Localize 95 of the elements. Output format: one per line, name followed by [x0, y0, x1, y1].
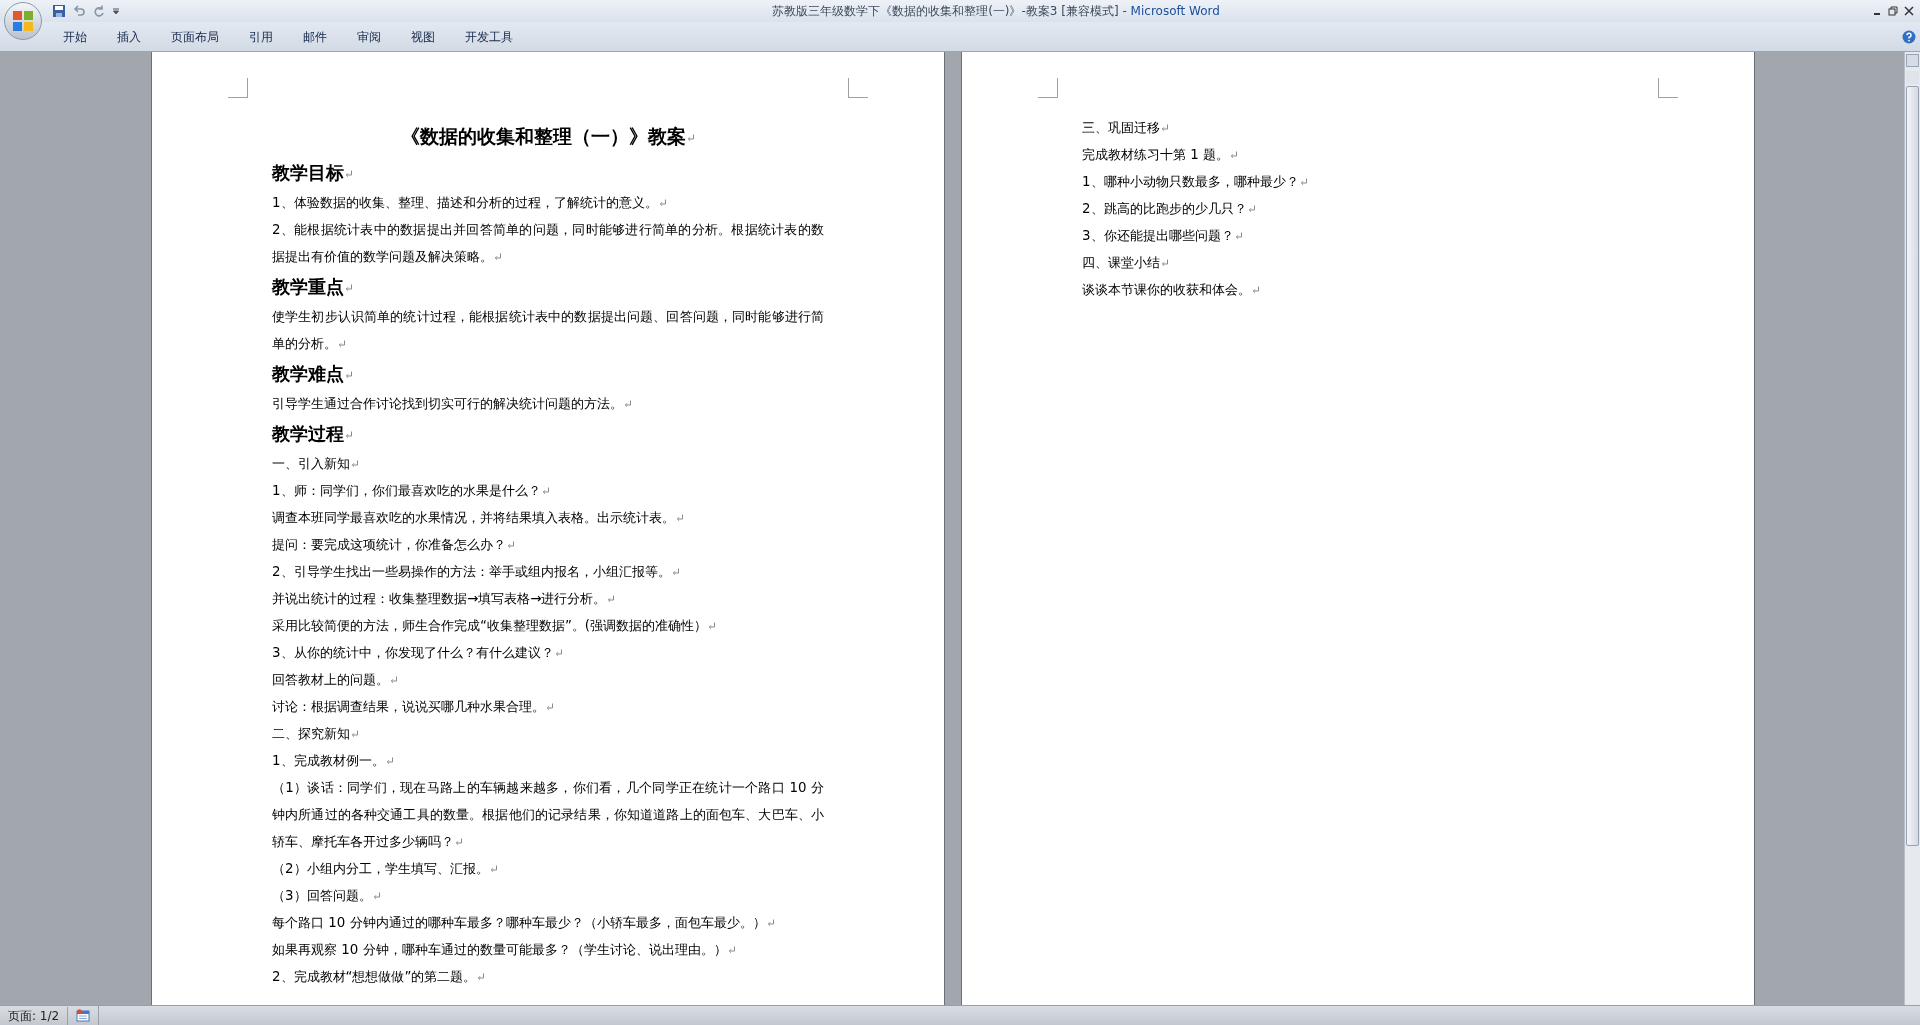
paragraph-mark-icon — [507, 541, 515, 549]
paragraph: 1、体验数据的收集、整理、描述和分析的过程，了解统计的意义。 — [272, 189, 824, 216]
paragraph-mark-icon — [554, 649, 563, 657]
paragraph-mark-icon — [345, 431, 353, 439]
paragraph: 完成教材练习十第 1 题。 — [1082, 141, 1634, 168]
paragraph: （2）小组内分工，学生填写、汇报。 — [272, 855, 824, 882]
paragraph: 一、引入新知 — [272, 450, 824, 477]
paragraph-mark-icon — [489, 865, 498, 873]
customize-caret-icon[interactable] — [112, 7, 120, 15]
margin-corner-mark — [848, 78, 868, 98]
paragraph-mark-icon — [455, 838, 463, 846]
paragraph: 并说出统计的过程：收集整理数据→填写表格→进行分析。 — [272, 585, 824, 612]
paragraph: 提问：要完成这项统计，你准备怎么办？ — [272, 531, 824, 558]
paragraph: 2、跳高的比跑步的少几只？ — [1082, 195, 1634, 222]
paragraph: 引导学生通过合作讨论找到切实可行的解决统计问题的方法。 — [272, 390, 824, 417]
section-heading: 教学过程 — [272, 420, 353, 447]
section-heading: 教学难点 — [272, 360, 353, 387]
undo-icon[interactable] — [72, 4, 86, 18]
paragraph: 三、巩固迁移 — [1082, 114, 1634, 141]
paragraph-mark-icon — [1161, 124, 1169, 132]
paragraph-mark-icon — [624, 400, 632, 408]
paragraph: （1）谈话：同学们，现在马路上的车辆越来越多，你们看，几个同学正在统计一个路口 10 分钟内所通过的各种交通工具的数量。根据他们的记录结果，你知道道路上的面包车、大巴车、小轿车、摩托车各开过多少辆吗？ — [272, 779, 824, 851]
macro-recording-icon[interactable] — [76, 1009, 91, 1022]
paragraph-mark-icon — [477, 973, 486, 981]
paragraph-mark-icon — [372, 892, 381, 900]
paragraph-mark-icon — [727, 946, 736, 954]
paragraph: 回答教材上的问题。 — [272, 666, 824, 693]
vertical-scrollbar[interactable] — [1904, 52, 1920, 1005]
paragraph-mark-icon — [687, 133, 695, 142]
paragraph: 1、完成教材例一。 — [272, 747, 824, 774]
paragraph-mark-icon — [671, 568, 680, 576]
paragraph: 每个路口 10 分钟内通过的哪种车最多？哪种车最少？（小轿车最多，面包车最少。） — [272, 909, 824, 936]
window-title: 苏教版三年级数学下《数据的收集和整理(一)》-教案3 [兼容模式] - Microsoft Word — [772, 3, 1220, 20]
ribbon-tab[interactable]: 引用 — [238, 25, 284, 48]
paragraph: 讨论：根据调查结果，说说买哪几种水果合理。 — [272, 693, 824, 720]
paragraph-mark-icon — [1161, 259, 1169, 267]
paragraph-mark-icon — [345, 371, 353, 379]
paragraph-mark-icon — [345, 284, 353, 292]
document-title: 《数据的收集和整理（一）》教案 — [401, 121, 695, 151]
page-indicator: 页面: 1/2 — [0, 1006, 69, 1025]
paragraph-mark-icon — [1252, 286, 1260, 294]
paragraph-mark-icon — [390, 676, 398, 684]
redo-icon[interactable] — [92, 4, 106, 18]
paragraph: 3、从你的统计中，你发现了什么？有什么建议？ — [272, 639, 824, 666]
ribbon-tab[interactable]: 开始 — [52, 25, 98, 48]
paragraph-mark-icon — [607, 595, 616, 603]
ribbon-tab[interactable]: 视图 — [400, 25, 446, 48]
paragraph: 如果再观察 10 分钟，哪种车通过的数量可能最多？（学生讨论、说出理由。） — [272, 936, 824, 963]
paragraph-mark-icon — [351, 460, 359, 468]
paragraph-mark-icon — [708, 622, 717, 630]
paragraph-mark-icon — [766, 919, 775, 927]
paragraph: 采用比较简便的方法，师生合作完成“收集整理数据”。(强调数据的准确性） — [272, 612, 824, 639]
paragraph-mark-icon — [351, 730, 359, 738]
paragraph-mark-icon — [1299, 178, 1308, 186]
paragraph: 2、完成教材“想想做做”的第二题。 — [272, 963, 824, 990]
paragraph-mark-icon — [345, 170, 353, 178]
ribbon-tab[interactable]: 审阅 — [346, 25, 392, 48]
margin-corner-mark — [1658, 78, 1678, 98]
ribbon-tab[interactable]: 开发工具 — [454, 25, 524, 48]
paragraph-mark-icon — [385, 757, 394, 765]
paragraph-mark-icon — [1234, 232, 1243, 240]
paragraph: 四、课堂小结 — [1082, 249, 1634, 276]
ruler-toggle-button[interactable] — [1906, 54, 1919, 67]
margin-corner-mark — [1038, 78, 1058, 98]
paragraph: 调查本班同学最喜欢吃的水果情况，并将结果填入表格。出示统计表。 — [272, 504, 824, 531]
paragraph: 2、引导学生找出一些易操作的方法：举手或组内报名，小组汇报等。 — [272, 558, 824, 585]
section-heading: 教学重点 — [272, 273, 353, 300]
paragraph: 1、师：同学们，你们最喜欢吃的水果是什么？ — [272, 477, 824, 504]
paragraph-mark-icon — [1230, 151, 1239, 159]
paragraph: 二、探究新知 — [272, 720, 824, 747]
paragraph: 使学生初步认识简单的统计过程，能根据统计表中的数据提出问题、回答问题，同时能够进行简单的分析。 — [272, 308, 824, 353]
ribbon-tab[interactable]: 页面布局 — [160, 25, 230, 48]
margin-corner-mark — [228, 78, 248, 98]
paragraph: （3）回答问题。 — [272, 882, 824, 909]
help-icon[interactable] — [1902, 29, 1916, 44]
section-heading: 教学目标 — [272, 159, 353, 186]
scrollbar-thumb[interactable] — [1906, 86, 1919, 846]
office-button[interactable] — [4, 2, 42, 40]
paragraph: 1、哪种小动物只数最多，哪种最少？ — [1082, 168, 1634, 195]
paragraph: 3、你还能提出哪些问题？ — [1082, 222, 1634, 249]
paragraph-mark-icon — [338, 340, 346, 348]
ribbon-tab[interactable]: 插入 — [106, 25, 152, 48]
office-logo-icon — [12, 10, 34, 32]
paragraph: 谈谈本节课你的收获和体会。 — [1082, 276, 1634, 303]
paragraph-mark-icon — [658, 199, 667, 207]
paragraph: 2、能根据统计表中的数据提出并回答简单的问题，同时能够进行简单的分析。根据统计表的数据提出有价值的数学问题及解决策略。 — [272, 221, 824, 266]
restore-icon[interactable] — [1888, 6, 1898, 16]
paragraph-mark-icon — [1247, 205, 1256, 213]
paragraph-mark-icon — [494, 253, 502, 261]
paragraph-mark-icon — [546, 703, 554, 711]
ribbon-tab[interactable]: 邮件 — [292, 25, 338, 48]
paragraph-mark-icon — [541, 487, 550, 495]
close-icon[interactable] — [1904, 6, 1914, 16]
save-icon[interactable] — [52, 4, 66, 18]
paragraph-mark-icon — [676, 514, 684, 522]
